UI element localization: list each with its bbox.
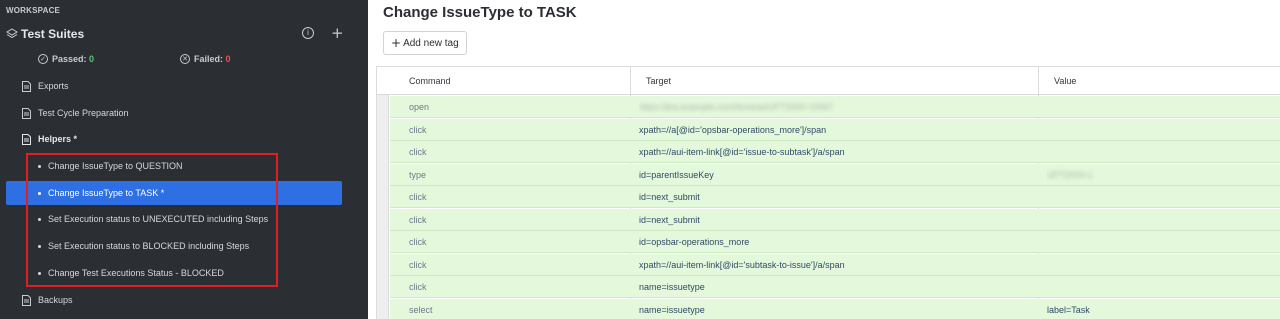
- failed-label: Failed:: [194, 54, 224, 64]
- helper-test-change-issuetype-task[interactable]: Change IssueType to TASK *: [6, 181, 342, 205]
- helper-test-set-unexecuted[interactable]: Set Execution status to UNEXECUTED inclu…: [6, 207, 342, 231]
- helper-test-label: Change Test Executions Status - BLOCKED: [48, 268, 224, 278]
- helper-test-change-issuetype-question[interactable]: Change IssueType to QUESTION: [6, 154, 342, 178]
- command-cell[interactable]: click: [409, 276, 639, 298]
- sidebar-item-backups[interactable]: Backups: [22, 293, 73, 307]
- sidebar: WORKSPACE Test Suites i + ✓ Passed: 0 ✕ …: [0, 0, 368, 319]
- command-cell[interactable]: click: [409, 186, 639, 208]
- target-cell[interactable]: name=issuetype: [639, 299, 1039, 319]
- command-cell[interactable]: click: [409, 209, 639, 231]
- table-row[interactable]: click id=next_submit: [390, 208, 1280, 231]
- document-icon: [22, 133, 31, 145]
- command-cell[interactable]: click: [409, 119, 639, 141]
- command-cell[interactable]: click: [409, 231, 639, 253]
- failed-count: 0: [225, 54, 231, 64]
- value-cell[interactable]: [1047, 209, 1277, 231]
- document-icon: [22, 80, 31, 92]
- row-gutter[interactable]: [377, 67, 389, 319]
- command-cell[interactable]: type: [409, 164, 639, 186]
- test-suites-title: Test Suites: [21, 27, 85, 41]
- target-cell[interactable]: id=next_submit: [639, 209, 1039, 231]
- target-cell[interactable]: name=issuetype: [639, 276, 1039, 298]
- table-row[interactable]: click id=next_submit: [390, 186, 1280, 208]
- commands-table: Command Target Value open https://jira.ex…: [376, 66, 1280, 319]
- passed-label: Passed:: [52, 54, 87, 64]
- sidebar-item-helpers[interactable]: Helpers *: [22, 132, 77, 146]
- table-row[interactable]: click xpath=//aui-item-link[@id='issue-to…: [390, 141, 1280, 163]
- value-cell[interactable]: label=Task: [1047, 299, 1277, 319]
- test-suites-header[interactable]: Test Suites i +: [6, 24, 346, 42]
- sidebar-item-label: Test Cycle Preparation: [38, 108, 129, 118]
- page-title: Change IssueType to TASK: [383, 4, 577, 21]
- value-cell[interactable]: [1047, 276, 1277, 298]
- add-new-tag-label: Add new tag: [403, 37, 459, 49]
- x-circle-icon: ✕: [180, 54, 190, 64]
- value-cell[interactable]: UFT2000-1: [1047, 164, 1277, 186]
- add-new-tag-button[interactable]: + Add new tag: [383, 31, 467, 55]
- target-cell[interactable]: id=next_submit: [639, 186, 1039, 208]
- table-row[interactable]: select name=issuetype label=Task: [390, 298, 1280, 319]
- column-header-command[interactable]: Command: [409, 67, 451, 95]
- command-cell[interactable]: click: [409, 254, 639, 276]
- value-cell[interactable]: [1047, 231, 1277, 253]
- target-cell[interactable]: https://jira.example.com/browse/UFT2000-…: [639, 96, 1039, 118]
- table-row[interactable]: click id=opsbar-operations_more: [390, 231, 1280, 253]
- layers-icon: [6, 28, 18, 40]
- table-row[interactable]: click xpath=//aui-item-link[@id='subtask-…: [390, 253, 1280, 276]
- command-cell[interactable]: click: [409, 141, 639, 163]
- passed-count: 0: [89, 54, 95, 64]
- command-cell[interactable]: open: [409, 96, 639, 118]
- column-header-target[interactable]: Target: [646, 67, 671, 95]
- workspace-label: WORKSPACE: [6, 6, 61, 15]
- value-cell[interactable]: [1047, 186, 1277, 208]
- target-cell[interactable]: xpath=//aui-item-link[@id='issue-to-subt…: [639, 141, 1039, 163]
- table-row[interactable]: open https://jira.example.com/browse/UFT2…: [390, 96, 1280, 118]
- sidebar-item-label: Helpers *: [38, 134, 78, 144]
- bullet: [38, 191, 41, 195]
- command-cell[interactable]: select: [409, 299, 639, 319]
- check-circle-icon: ✓: [38, 54, 48, 64]
- bullet: [38, 271, 41, 275]
- value-cell[interactable]: [1047, 141, 1277, 163]
- failed-stat: ✕ Failed: 0: [180, 53, 231, 65]
- table-row[interactable]: click name=issuetype: [390, 276, 1280, 298]
- sidebar-item-exports[interactable]: Exports: [22, 79, 69, 93]
- info-icon[interactable]: i: [302, 27, 314, 39]
- sidebar-item-label: Backups: [38, 295, 73, 305]
- sidebar-item-test-cycle-preparation[interactable]: Test Cycle Preparation: [22, 106, 129, 120]
- value-cell[interactable]: [1047, 96, 1277, 118]
- bullet: [38, 217, 41, 221]
- helper-test-label: Change IssueType to QUESTION: [48, 161, 183, 171]
- document-icon: [22, 107, 31, 119]
- table-header: Command Target Value: [377, 67, 1280, 95]
- bullet: [38, 164, 41, 168]
- value-cell[interactable]: [1047, 254, 1277, 276]
- helper-test-change-executions-blocked[interactable]: Change Test Executions Status - BLOCKED: [6, 261, 342, 285]
- target-cell[interactable]: id=opsbar-operations_more: [639, 231, 1039, 253]
- main-panel: Change IssueType to TASK + Add new tag C…: [368, 0, 1280, 319]
- column-header-value[interactable]: Value: [1054, 67, 1076, 95]
- table-row[interactable]: type id=parentIssueKey UFT2000-1: [390, 163, 1280, 186]
- bullet: [38, 244, 41, 248]
- add-suite-icon[interactable]: +: [331, 24, 344, 42]
- helper-test-label: Set Execution status to BLOCKED includin…: [48, 241, 250, 251]
- value-cell[interactable]: [1047, 119, 1277, 141]
- table-row[interactable]: click xpath=//a[@id='opsbar-operations_mo…: [390, 118, 1280, 141]
- helper-test-label: Change IssueType to TASK *: [48, 188, 165, 198]
- plus-icon: +: [391, 36, 402, 50]
- target-cell[interactable]: xpath=//a[@id='opsbar-operations_more']/…: [639, 119, 1039, 141]
- helper-test-label: Set Execution status to UNEXECUTED inclu…: [48, 214, 269, 224]
- passed-stat: ✓ Passed: 0: [38, 53, 94, 65]
- sidebar-item-label: Exports: [38, 81, 69, 91]
- helper-test-set-blocked[interactable]: Set Execution status to BLOCKED includin…: [6, 234, 342, 258]
- document-icon: [22, 294, 31, 306]
- target-cell[interactable]: id=parentIssueKey: [639, 164, 1039, 186]
- target-cell[interactable]: xpath=//aui-item-link[@id='subtask-to-is…: [639, 254, 1039, 276]
